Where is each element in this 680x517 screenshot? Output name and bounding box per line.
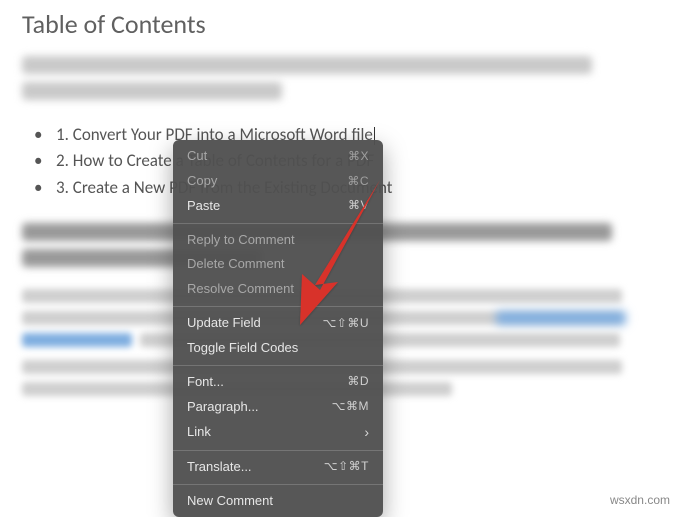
menu-translate[interactable]: Translate...⌥⇧⌘T [173, 455, 383, 480]
menu-reply-comment: Reply to Comment [173, 228, 383, 253]
menu-separator [173, 365, 383, 366]
menu-font[interactable]: Font...⌘D [173, 370, 383, 395]
menu-cut: Cut⌘X [173, 144, 383, 169]
watermark: wsxdn.com [610, 493, 670, 507]
menu-separator [173, 484, 383, 485]
blurred-heading-line [22, 82, 282, 100]
blurred-heading-line [22, 56, 592, 74]
menu-separator [173, 450, 383, 451]
menu-toggle-field-codes[interactable]: Toggle Field Codes [173, 336, 383, 361]
menu-delete-comment: Delete Comment [173, 252, 383, 277]
menu-update-field[interactable]: Update Field⌥⇧⌘U [173, 311, 383, 336]
context-menu: Cut⌘X Copy⌘C Paste⌘V Reply to Comment De… [173, 140, 383, 517]
menu-separator [173, 223, 383, 224]
menu-new-comment[interactable]: New Comment [173, 489, 383, 514]
toc-title: Table of Contents [22, 8, 658, 40]
menu-paste[interactable]: Paste⌘V [173, 194, 383, 219]
menu-separator [173, 306, 383, 307]
menu-copy: Copy⌘C [173, 169, 383, 194]
chevron-right-icon: › [364, 422, 369, 442]
menu-link[interactable]: Link› [173, 419, 383, 445]
menu-paragraph[interactable]: Paragraph...⌥⌘M [173, 395, 383, 420]
menu-resolve-comment: Resolve Comment [173, 277, 383, 302]
